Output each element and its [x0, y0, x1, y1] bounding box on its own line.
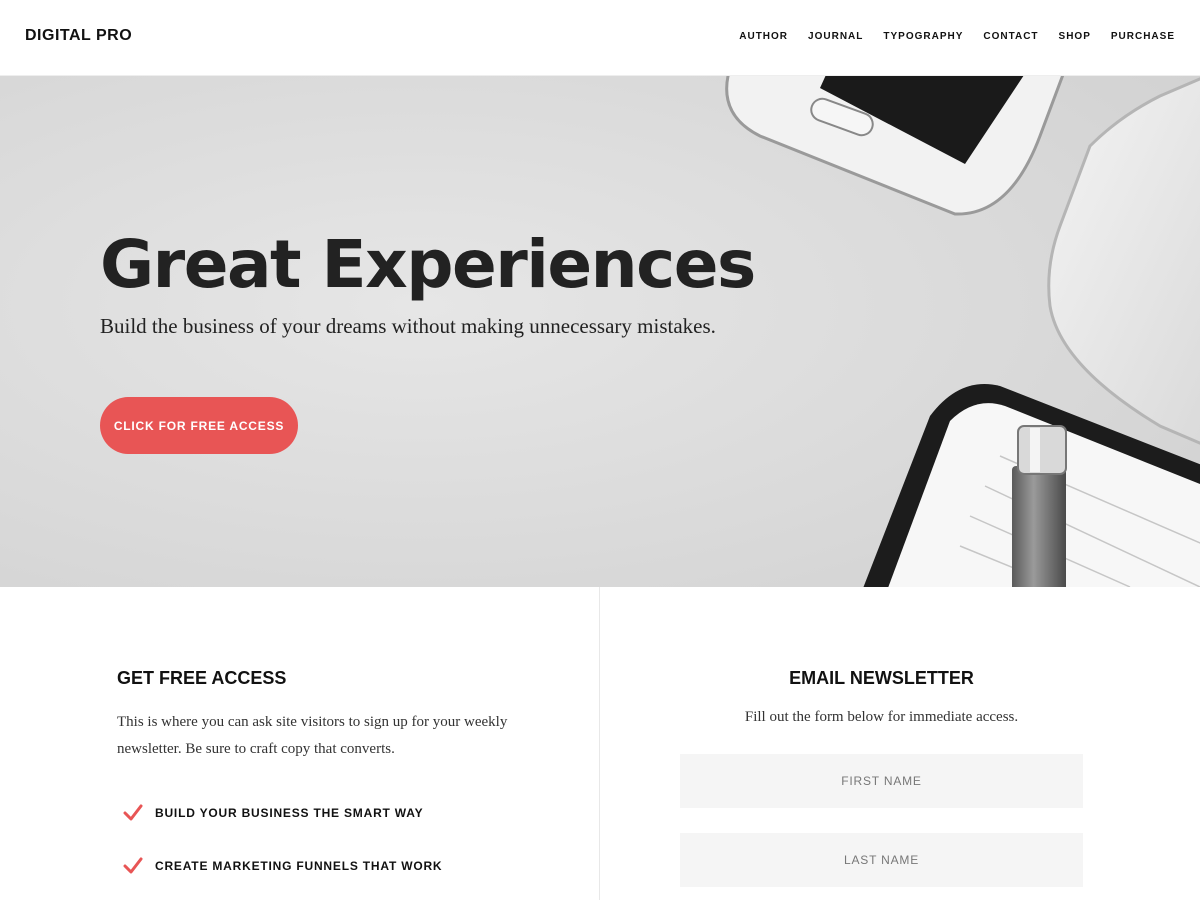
- nav-contact[interactable]: CONTACT: [983, 31, 1038, 42]
- newsletter-intro: Fill out the form below for immediate ac…: [744, 709, 1019, 725]
- check-icon: [123, 804, 143, 821]
- list-item: BUILD YOUR BUSINESS THE SMART WAY: [117, 801, 557, 825]
- nav-shop[interactable]: SHOP: [1059, 31, 1091, 42]
- last-name-field[interactable]: [680, 833, 1083, 887]
- hero-subtitle: Build the business of your dreams withou…: [100, 314, 716, 338]
- first-name-field[interactable]: [680, 754, 1083, 808]
- hero-title: Great Experiences: [100, 226, 756, 303]
- nav-journal[interactable]: JOURNAL: [808, 31, 863, 42]
- benefits-list: BUILD YOUR BUSINESS THE SMART WAY CREATE…: [117, 801, 557, 878]
- nav-author[interactable]: AUTHOR: [739, 31, 788, 42]
- main-nav: AUTHOR JOURNAL TYPOGRAPHY CONTACT SHOP P…: [739, 31, 1175, 42]
- site-logo[interactable]: DIGITAL PRO: [25, 27, 132, 45]
- hero-section: Great Experiences Build the business of …: [0, 76, 1200, 587]
- newsletter-heading: EMAIL NEWSLETTER: [789, 668, 974, 688]
- pen-graphic: [1012, 425, 1067, 587]
- newsletter-section: EMAIL NEWSLETTER Fill out the form below…: [680, 668, 1083, 887]
- section-divider: [599, 587, 600, 900]
- check-icon: [123, 857, 143, 874]
- nav-typography[interactable]: TYPOGRAPHY: [883, 31, 963, 42]
- free-access-button[interactable]: CLICK FOR FREE ACCESS: [100, 397, 298, 454]
- free-access-description: This is where you can ask site visitors …: [117, 714, 508, 757]
- free-access-section: GET FREE ACCESS This is where you can as…: [117, 668, 557, 900]
- benefit-label: CREATE MARKETING FUNNELS THAT WORK: [155, 859, 443, 873]
- list-item: CREATE MARKETING FUNNELS THAT WORK: [117, 854, 557, 878]
- free-access-heading: GET FREE ACCESS: [117, 668, 287, 688]
- benefit-label: BUILD YOUR BUSINESS THE SMART WAY: [155, 806, 424, 820]
- nav-purchase[interactable]: PURCHASE: [1111, 31, 1175, 42]
- site-header: DIGITAL PRO AUTHOR JOURNAL TYPOGRAPHY CO…: [0, 0, 1200, 76]
